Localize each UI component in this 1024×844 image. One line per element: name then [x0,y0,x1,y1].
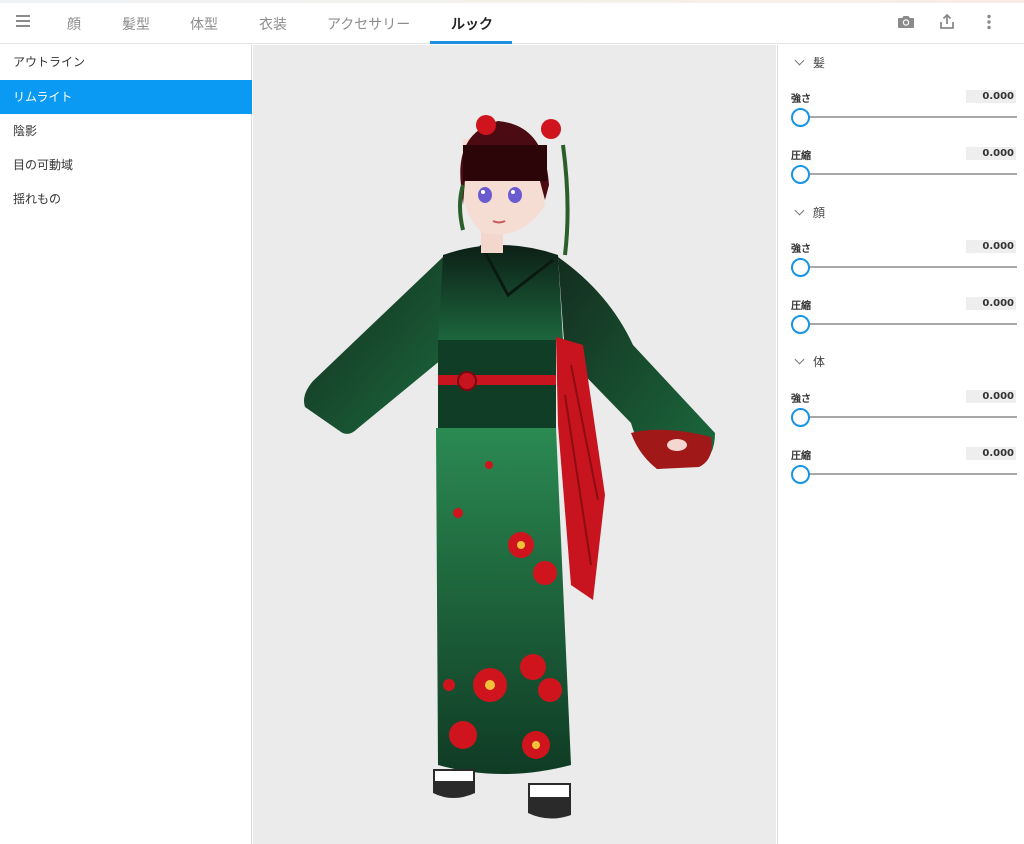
section-hair-header[interactable]: 髪 [794,54,826,71]
left-sidebar: アウトライン リムライト 陰影 目の可動域 揺れもの [0,45,252,844]
body-strength-value[interactable]: 0.000 [966,390,1016,403]
body-strength-slider-thumb[interactable] [791,408,810,427]
tab-outfit[interactable]: 衣装 [259,14,287,34]
avatar-model-illustration [304,115,715,819]
body-strength-slider[interactable] [800,416,1017,418]
body-strength-label: 強さ [791,394,811,405]
hair-compression-label: 圧縮 [791,151,811,162]
body-compression-label: 圧縮 [791,451,811,462]
section-hair-title: 髪 [813,56,826,70]
body-compression-value[interactable]: 0.000 [966,447,1016,460]
body-compression-slider-thumb[interactable] [791,465,810,484]
section-body-header[interactable]: 体 [794,353,826,370]
hair-strength-slider-thumb[interactable] [791,108,810,127]
chevron-down-icon [794,205,805,216]
body-compression-slider[interactable] [800,473,1017,475]
sidebar-item-sway[interactable]: 揺れもの [0,182,252,216]
face-compression-label: 圧縮 [791,301,811,312]
face-compression-value[interactable]: 0.000 [966,297,1016,310]
hair-compression-value[interactable]: 0.000 [966,147,1016,160]
active-tab-indicator [430,41,512,44]
property-panel: 髪 強さ 0.000 圧縮 0.000 顔 強さ 0.000 圧縮 0.000 … [777,45,1024,844]
avatar-viewport[interactable] [253,45,776,844]
hair-strength-label: 強さ [791,94,811,105]
tab-look[interactable]: ルック [451,14,493,34]
menu-icon[interactable] [12,12,34,32]
share-icon[interactable] [937,12,957,32]
sidebar-item-shadow[interactable]: 陰影 [0,114,252,148]
tab-body-shape[interactable]: 体型 [190,14,218,34]
top-glow-strip [0,0,1024,3]
face-compression-slider-thumb[interactable] [791,315,810,334]
tab-accessory[interactable]: アクセサリー [327,14,410,34]
sidebar-item-rimlight[interactable]: リムライト [0,80,252,114]
face-compression-slider[interactable] [800,323,1017,325]
hair-compression-slider[interactable] [800,173,1017,175]
face-strength-value[interactable]: 0.000 [966,240,1016,253]
section-body-title: 体 [813,355,826,369]
chevron-down-icon [794,354,805,365]
section-face-title: 顔 [813,206,826,220]
more-vert-icon[interactable] [979,12,999,32]
hair-strength-slider[interactable] [800,116,1017,118]
chevron-down-icon [794,55,805,66]
hair-compression-slider-thumb[interactable] [791,165,810,184]
sidebar-item-outline[interactable]: アウトライン [0,45,252,79]
camera-icon[interactable] [896,12,916,32]
face-strength-slider[interactable] [800,266,1017,268]
section-face-header[interactable]: 顔 [794,204,826,221]
face-strength-slider-thumb[interactable] [791,258,810,277]
top-toolbar: 顔 髪型 体型 衣装 アクセサリー ルック [0,0,1024,44]
sidebar-item-eye-range[interactable]: 目の可動域 [0,148,252,182]
hair-strength-value[interactable]: 0.000 [966,90,1016,103]
face-strength-label: 強さ [791,244,811,255]
tab-hairstyle[interactable]: 髪型 [122,14,150,34]
tab-face[interactable]: 顔 [67,14,81,34]
